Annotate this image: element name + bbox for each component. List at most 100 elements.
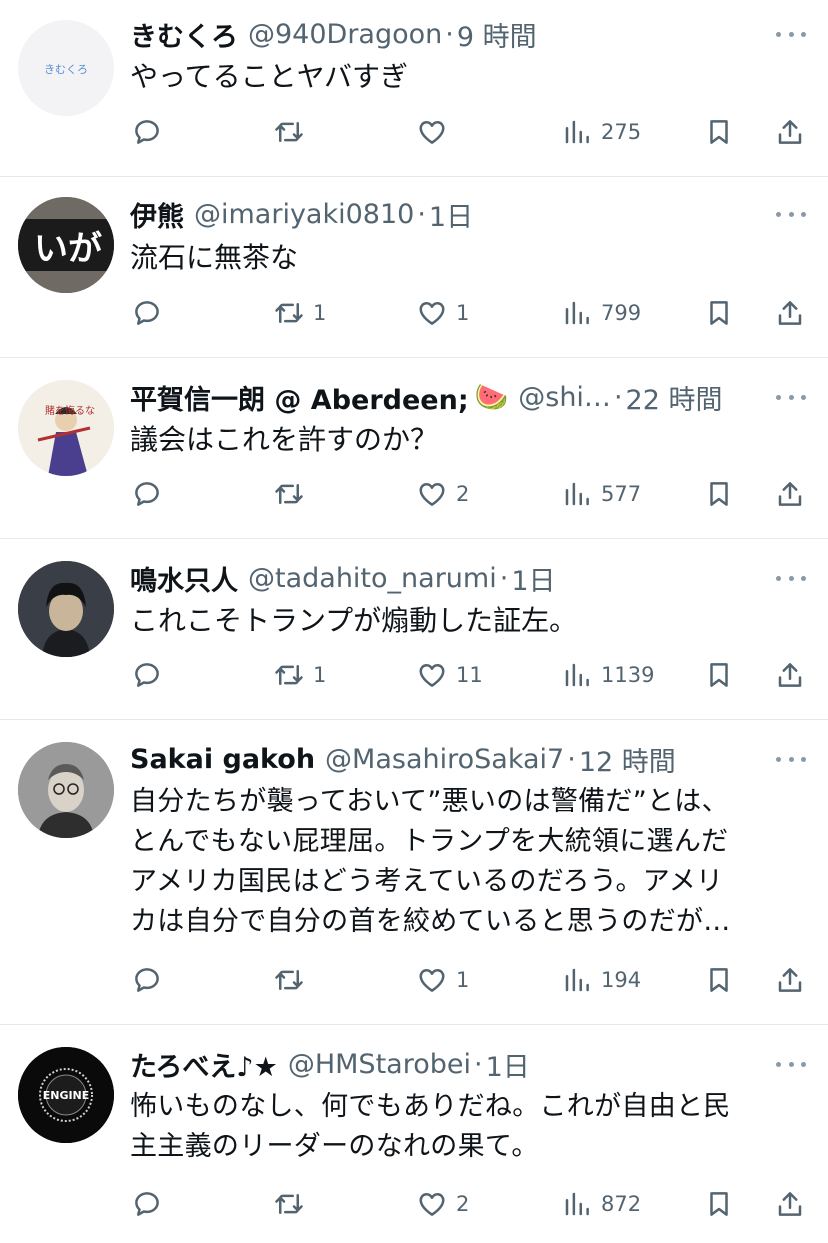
- share-button[interactable]: [775, 960, 805, 1000]
- retweet-button[interactable]: [274, 112, 313, 152]
- user-handle[interactable]: @940Dragoon: [248, 19, 442, 50]
- share-button[interactable]: [775, 112, 805, 152]
- views-button[interactable]: 1139: [562, 655, 654, 695]
- user-handle[interactable]: @tadahito_narumi: [248, 563, 497, 594]
- bookmark-button[interactable]: [704, 474, 734, 514]
- timestamp[interactable]: 22 時間: [626, 378, 723, 417]
- like-button[interactable]: [417, 112, 456, 152]
- avatar[interactable]: いが: [18, 197, 114, 293]
- avatar-image: きむくろ: [44, 63, 88, 76]
- avatar-text: いが: [34, 229, 102, 269]
- timestamp[interactable]: 1日: [511, 559, 555, 598]
- tweet[interactable]: Sakai gakoh @MasahiroSakai7 · 12 時間 自分たち…: [0, 720, 828, 1025]
- views-button[interactable]: 194: [562, 960, 641, 1000]
- user-handle[interactable]: @shi…: [518, 382, 611, 413]
- like-count: 11: [456, 663, 483, 687]
- reply-button[interactable]: [132, 112, 171, 152]
- retweet-button[interactable]: 1: [274, 655, 326, 695]
- views-icon: [565, 1192, 589, 1216]
- view-count: 577: [601, 482, 642, 506]
- display-name[interactable]: たろべえ♪★: [130, 1045, 278, 1084]
- retweet-button[interactable]: [274, 960, 313, 1000]
- heart-icon: [419, 664, 445, 687]
- reply-button[interactable]: [132, 655, 171, 695]
- share-button[interactable]: [775, 1184, 805, 1224]
- bookmark-button[interactable]: [704, 1184, 734, 1224]
- display-name[interactable]: 鳴水只人: [130, 559, 238, 598]
- view-count: 1139: [601, 663, 655, 687]
- reply-button[interactable]: [132, 293, 171, 333]
- user-handle[interactable]: @MasahiroSakai7: [325, 744, 564, 775]
- views-button[interactable]: 799: [562, 293, 641, 333]
- timestamp[interactable]: 1日: [429, 195, 473, 234]
- bookmark-button[interactable]: [704, 655, 734, 695]
- view-count: 275: [601, 120, 642, 144]
- heart-icon: [419, 121, 445, 144]
- tweet[interactable]: いが 伊熊 @imariyaki0810 · 1日 流石に無茶な 1 1 799: [0, 177, 828, 358]
- more-options-icon[interactable]: [776, 568, 806, 588]
- bookmark-button[interactable]: [704, 293, 734, 333]
- share-icon: [778, 482, 802, 506]
- like-button[interactable]: 1: [417, 960, 469, 1000]
- like-button[interactable]: 2: [417, 1184, 469, 1224]
- avatar[interactable]: きむくろ: [18, 20, 114, 116]
- avatar[interactable]: [18, 561, 114, 657]
- bookmark-icon: [710, 1192, 728, 1216]
- timestamp[interactable]: 12 時間: [579, 740, 676, 779]
- share-button[interactable]: [775, 474, 805, 514]
- separator-dot: ·: [613, 381, 623, 413]
- retweet-button[interactable]: [274, 474, 313, 514]
- reply-button[interactable]: [132, 1184, 171, 1224]
- action-bar: 2 577: [0, 474, 828, 514]
- reply-icon: [135, 663, 159, 687]
- more-options-icon[interactable]: [776, 749, 806, 769]
- display-name[interactable]: 平賀信一朗 @ Aberdeen;: [130, 378, 469, 417]
- reply-icon: [135, 482, 159, 506]
- retweet-icon: [275, 1194, 303, 1214]
- user-handle[interactable]: @HMStarobei: [288, 1049, 471, 1080]
- more-options-icon[interactable]: [776, 1054, 806, 1074]
- avatar[interactable]: 賭を悔るな: [18, 380, 114, 476]
- like-button[interactable]: 11: [417, 655, 483, 695]
- avatar-image: いが: [18, 197, 114, 293]
- share-button[interactable]: [775, 293, 805, 333]
- watermelon-emoji: 🍉: [474, 382, 509, 413]
- share-button[interactable]: [775, 655, 805, 695]
- retweet-button[interactable]: [274, 1184, 313, 1224]
- avatar[interactable]: [18, 742, 114, 838]
- share-icon: [778, 968, 802, 992]
- reply-button[interactable]: [132, 960, 171, 1000]
- reply-button[interactable]: [132, 474, 171, 514]
- views-button[interactable]: 577: [562, 474, 641, 514]
- retweet-button[interactable]: 1: [274, 293, 326, 333]
- tweet-header: 伊熊 @imariyaki0810 · 1日: [130, 194, 768, 234]
- views-button[interactable]: 275: [562, 112, 641, 152]
- tweet[interactable]: ENGINE たろべえ♪★ @HMStarobei · 1日 怖いものなし、何で…: [0, 1025, 828, 1243]
- tweet[interactable]: 鳴水只人 @tadahito_narumi · 1日 これこそトランプが煽動した…: [0, 539, 828, 720]
- like-count: 1: [456, 301, 470, 325]
- display-name[interactable]: Sakai gakoh: [130, 744, 315, 775]
- action-bar: 2 872: [0, 1184, 828, 1224]
- display-name[interactable]: 伊熊: [130, 195, 184, 234]
- bookmark-button[interactable]: [704, 112, 734, 152]
- like-button[interactable]: 1: [417, 293, 469, 333]
- like-button[interactable]: 2: [417, 474, 469, 514]
- timestamp[interactable]: 1日: [486, 1045, 530, 1084]
- separator-dot: ·: [417, 198, 426, 230]
- tweet[interactable]: きむくろ きむくろ @940Dragoon · 9 時間 やってることヤバすぎ …: [0, 0, 828, 177]
- more-options-icon[interactable]: [776, 24, 806, 44]
- retweet-icon: [275, 303, 303, 323]
- avatar[interactable]: ENGINE: [18, 1047, 114, 1143]
- bookmark-button[interactable]: [704, 960, 734, 1000]
- display-name[interactable]: きむくろ: [130, 15, 238, 54]
- separator-dot: ·: [567, 743, 576, 775]
- views-icon: [565, 301, 589, 325]
- timestamp[interactable]: 9 時間: [457, 15, 537, 54]
- more-options-icon[interactable]: [776, 204, 806, 224]
- separator-dot: ·: [473, 1048, 483, 1080]
- more-options-icon[interactable]: [776, 387, 806, 407]
- user-handle[interactable]: @imariyaki0810: [194, 199, 414, 230]
- reply-icon: [135, 968, 159, 992]
- views-button[interactable]: 872: [562, 1184, 641, 1224]
- tweet[interactable]: 賭を悔るな 平賀信一朗 @ Aberdeen; 🍉 @shi… · 22 時間 …: [0, 358, 828, 539]
